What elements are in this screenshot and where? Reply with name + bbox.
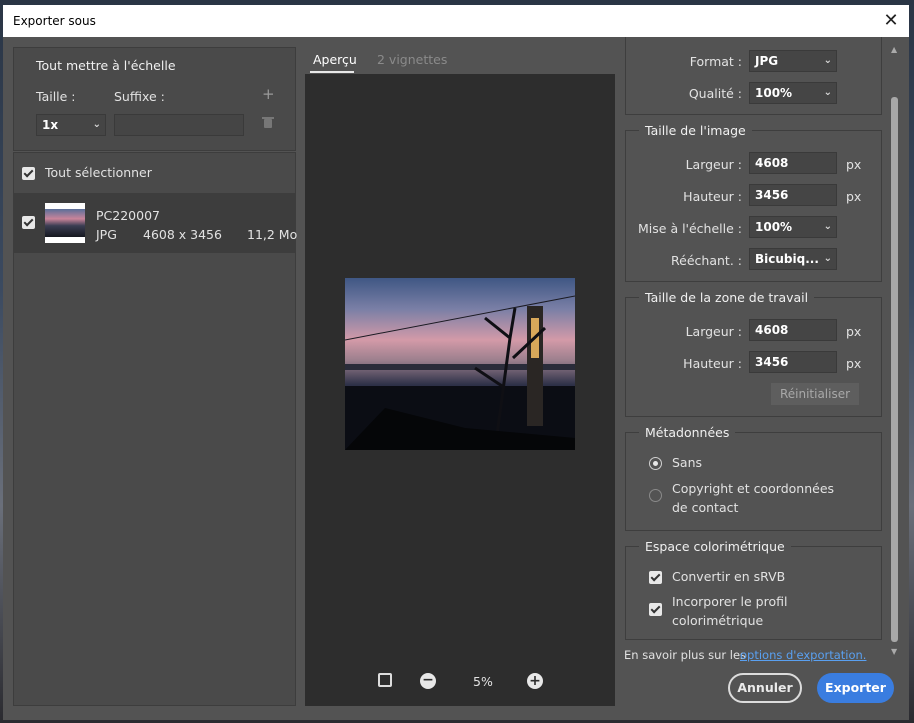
fit-view-icon[interactable] <box>378 673 392 687</box>
tab-thumbnails[interactable]: 2 vignettes <box>377 52 447 67</box>
convert-srgb-checkbox[interactable] <box>649 571 662 584</box>
zoom-out-icon[interactable]: − <box>420 673 436 689</box>
close-button[interactable]: ✕ <box>879 9 903 33</box>
size-label: Taille : <box>36 89 76 104</box>
export-button[interactable]: Exporter <box>817 673 894 703</box>
file-thumbnail <box>45 203 85 243</box>
size-value: 1x <box>42 118 59 132</box>
image-width-label: Largeur : <box>685 157 742 172</box>
embed-profile-checkbox[interactable] <box>649 603 662 616</box>
chevron-down-icon: ⌄ <box>823 253 832 264</box>
embed-profile-label: Incorporer le profil colorimétrique <box>672 594 788 628</box>
preview-area[interactable]: − 5% + <box>305 74 615 706</box>
file-checkbox[interactable] <box>22 216 35 229</box>
chevron-down-icon: ⌄ <box>823 87 832 98</box>
resample-label: Rééchant. : <box>671 253 742 268</box>
canvas-width-unit: px <box>846 324 862 339</box>
scale-value: 100% <box>755 220 793 234</box>
metadata-none-radio[interactable] <box>649 457 662 470</box>
zoom-level: 5% <box>473 674 493 689</box>
metadata-copyright-label: Copyright et coordonnées de contact <box>672 481 835 515</box>
file-row[interactable]: PC220007 JPG 4608 x 3456 11,2 Mo <box>14 193 298 253</box>
export-as-dialog: Exporter sous ✕ Tout mettre à l'échelle … <box>3 5 909 720</box>
canvas-size-title: Taille de la zone de travail <box>639 290 815 305</box>
chevron-down-icon: ⌄ <box>92 119 101 130</box>
file-list-panel: Tout sélectionner PC220007 JPG 4608 x 34… <box>13 152 298 706</box>
color-space-title: Espace colorimétrique <box>639 539 791 554</box>
image-width-unit: px <box>846 157 862 172</box>
quality-label: Qualité : <box>688 86 742 101</box>
scale-select[interactable]: 100% ⌄ <box>749 216 837 238</box>
export-options-link[interactable]: options d'exportation. <box>740 648 866 662</box>
image-height-input[interactable]: 3456 <box>749 184 837 206</box>
image-height-unit: px <box>846 189 862 204</box>
quality-value: 100% <box>755 86 793 100</box>
metadata-title: Métadonnées <box>639 425 736 440</box>
quality-select[interactable]: 100% ⌄ <box>749 82 837 104</box>
cancel-button[interactable]: Annuler <box>728 673 802 703</box>
scale-section-title: Tout mettre à l'échelle <box>36 58 176 73</box>
scroll-thumb[interactable] <box>891 97 898 642</box>
chevron-down-icon: ⌄ <box>823 55 832 66</box>
select-all-checkbox[interactable] <box>22 167 35 180</box>
format-select[interactable]: JPG ⌄ <box>749 50 837 72</box>
tab-preview-underline <box>310 71 354 73</box>
canvas-width-label: Largeur : <box>685 324 742 339</box>
file-format: JPG <box>96 227 117 242</box>
select-all-label: Tout sélectionner <box>45 165 152 180</box>
title-bar: Exporter sous ✕ <box>3 5 909 37</box>
canvas-height-input[interactable]: 3456 <box>749 351 837 373</box>
scale-label: Mise à l'échelle : <box>638 221 742 236</box>
metadata-none-label: Sans <box>672 455 703 470</box>
settings-scrollbar[interactable]: ▲ ▼ <box>890 45 899 657</box>
file-size: 11,2 Mo <box>247 227 298 242</box>
metadata-copyright-radio[interactable] <box>649 489 662 502</box>
scroll-up-arrow[interactable]: ▲ <box>891 45 897 54</box>
reset-button[interactable]: Réinitialiser <box>771 383 859 405</box>
resample-value: Bicubiq... <box>755 252 819 266</box>
file-dimensions: 4608 x 3456 <box>143 227 222 242</box>
convert-srgb-label: Convertir en sRVB <box>672 569 786 584</box>
trash-icon-lid <box>262 117 274 119</box>
suffix-input[interactable] <box>114 114 244 136</box>
add-scale-icon[interactable]: + <box>262 85 275 103</box>
canvas-width-input[interactable]: 4608 <box>749 319 837 341</box>
zoom-in-icon[interactable]: + <box>527 673 543 689</box>
scroll-down-arrow[interactable]: ▼ <box>891 647 897 656</box>
size-select[interactable]: 1x ⌄ <box>36 114 106 136</box>
image-height-label: Hauteur : <box>683 189 742 204</box>
close-icon: ✕ <box>883 10 899 31</box>
format-label: Format : <box>689 54 742 69</box>
image-width-input[interactable]: 4608 <box>749 152 837 174</box>
suffix-label: Suffixe : <box>114 89 165 104</box>
tab-preview[interactable]: Aperçu <box>313 52 357 67</box>
chevron-down-icon: ⌄ <box>823 221 832 232</box>
preview-image <box>345 278 575 450</box>
settings-column: Format : JPG ⌄ Qualité : 100% ⌄ Taille de … <box>619 37 909 657</box>
file-name: PC220007 <box>96 208 160 223</box>
window-title: Exporter sous <box>13 14 96 28</box>
learn-more-text: En savoir plus sur les <box>624 648 747 662</box>
canvas-height-label: Hauteur : <box>683 356 742 371</box>
canvas-height-unit: px <box>846 356 862 371</box>
format-value: JPG <box>755 54 779 68</box>
trash-icon[interactable] <box>264 119 272 128</box>
image-size-title: Taille de l'image <box>639 123 752 138</box>
resample-select[interactable]: Bicubiq... ⌄ <box>749 248 837 270</box>
scale-panel: Tout mettre à l'échelle Taille : Suffixe… <box>13 47 296 151</box>
preview-scene <box>345 295 575 450</box>
